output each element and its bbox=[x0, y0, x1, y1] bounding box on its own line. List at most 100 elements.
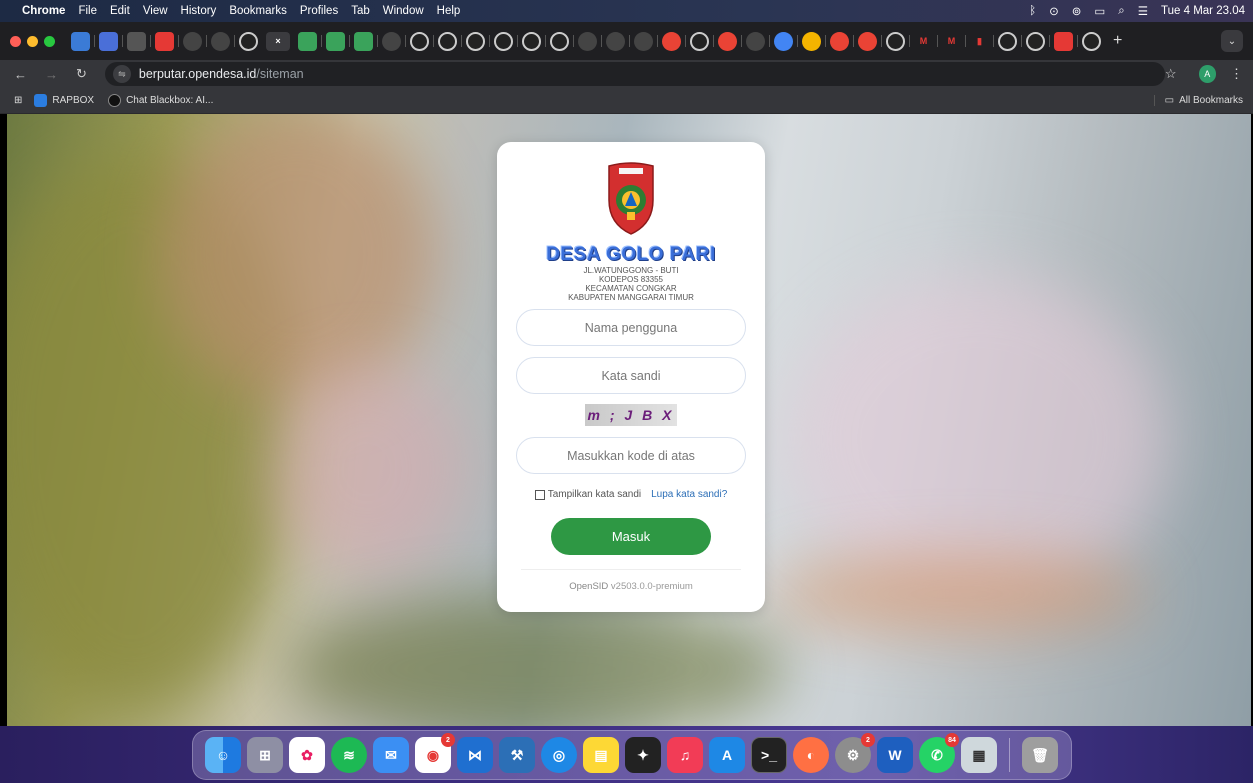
tab-favicon-icon[interactable] bbox=[634, 31, 653, 51]
menu-bookmarks[interactable]: Bookmarks bbox=[229, 5, 287, 17]
github-tab-icon[interactable] bbox=[522, 31, 541, 51]
menu-tab[interactable]: Tab bbox=[351, 5, 370, 17]
tab-favicon-icon[interactable] bbox=[183, 31, 202, 51]
github-tab-icon[interactable] bbox=[550, 31, 569, 51]
password-input[interactable] bbox=[516, 357, 746, 394]
tab-favicon-icon[interactable] bbox=[606, 31, 625, 51]
vscode-icon[interactable]: ⋈ bbox=[457, 737, 493, 773]
launchpad-icon[interactable]: ⊞ bbox=[247, 737, 283, 773]
youtube-tab-icon[interactable] bbox=[155, 31, 174, 51]
bluetooth-icon[interactable]: ᛒ bbox=[1029, 5, 1036, 17]
whatsapp-icon[interactable]: ✆ 84 bbox=[919, 733, 959, 773]
menu-profiles[interactable]: Profiles bbox=[300, 5, 338, 17]
tab-favicon-icon[interactable] bbox=[71, 31, 90, 51]
footer-brand[interactable]: OpenSID bbox=[569, 581, 608, 592]
close-window-icon[interactable] bbox=[10, 35, 21, 47]
photos-icon[interactable]: ✿ bbox=[289, 737, 325, 773]
chrome-menu-icon[interactable]: ⋮ bbox=[1230, 66, 1243, 82]
forward-arrow-icon[interactable]: → bbox=[45, 67, 58, 82]
address-bar[interactable]: ⇋ berputar.opendesa.id/siteman bbox=[104, 62, 1165, 86]
captcha-input[interactable] bbox=[516, 437, 746, 474]
terminal-icon[interactable]: >_ bbox=[751, 737, 787, 773]
github-tab-icon[interactable] bbox=[494, 31, 513, 51]
tab-favicon-icon[interactable] bbox=[382, 31, 401, 51]
site-info-icon[interactable]: ⇋ bbox=[112, 65, 131, 83]
github-tab-icon[interactable] bbox=[438, 31, 457, 51]
github-tab-icon[interactable] bbox=[239, 31, 258, 51]
google-tab-icon[interactable] bbox=[718, 31, 737, 51]
tab-favicon-icon[interactable] bbox=[298, 31, 317, 51]
menu-window[interactable]: Window bbox=[383, 5, 424, 17]
github-tab-icon[interactable] bbox=[410, 31, 429, 51]
tab-search-chevron-icon[interactable]: ⌄ bbox=[1221, 30, 1243, 52]
notes-icon[interactable]: ▤ bbox=[583, 737, 619, 773]
menu-file[interactable]: File bbox=[78, 5, 97, 17]
finder-icon[interactable]: ☺ bbox=[205, 737, 241, 773]
forgot-password-link[interactable]: Lupa kata sandi? bbox=[651, 489, 727, 500]
new-tab-button[interactable]: + bbox=[1113, 32, 1122, 50]
minimize-window-icon[interactable] bbox=[27, 35, 38, 47]
preview-icon[interactable]: ▦ bbox=[961, 737, 997, 773]
tab-favicon-icon[interactable] bbox=[211, 31, 230, 51]
firefox-icon[interactable]: ◐ bbox=[793, 737, 829, 773]
github-tab-icon[interactable] bbox=[998, 31, 1017, 51]
show-password-checkbox[interactable] bbox=[534, 489, 545, 500]
bookmark-rapbox[interactable]: RAPBOX bbox=[34, 94, 94, 107]
apps-grid-icon[interactable]: ⊞ bbox=[14, 95, 22, 106]
active-tab-close-icon[interactable]: × bbox=[266, 31, 290, 51]
music-icon[interactable]: ♫ bbox=[667, 737, 703, 773]
xcode-icon[interactable]: ⚒ bbox=[499, 737, 535, 773]
system-settings-icon[interactable]: ⚙ 2 bbox=[835, 733, 875, 773]
zoom-window-icon[interactable] bbox=[44, 35, 55, 47]
trash-icon[interactable]: 🗑 bbox=[1022, 737, 1058, 773]
chrome-icon[interactable]: ◉ 2 bbox=[415, 733, 455, 773]
mail-icon[interactable]: ✉ bbox=[373, 737, 409, 773]
reload-icon[interactable]: ↻ bbox=[76, 66, 87, 82]
control-center-icon[interactable]: ☰ bbox=[1138, 4, 1148, 18]
tab-favicon-icon[interactable] bbox=[578, 31, 597, 51]
github-tab-icon[interactable] bbox=[1026, 31, 1045, 51]
menu-history[interactable]: History bbox=[181, 5, 217, 17]
menu-view[interactable]: View bbox=[143, 5, 168, 17]
github-tab-icon[interactable] bbox=[690, 31, 709, 51]
link-icon[interactable]: ⊚ bbox=[1072, 4, 1082, 18]
bookmark-star-icon[interactable]: ☆ bbox=[1165, 66, 1177, 82]
google-tab-icon[interactable] bbox=[830, 31, 849, 51]
tab-favicon-icon[interactable] bbox=[354, 31, 373, 51]
clock[interactable]: Tue 4 Mar 23.04 bbox=[1161, 5, 1245, 17]
app-store-icon[interactable]: A bbox=[709, 737, 745, 773]
back-arrow-icon[interactable]: ← bbox=[14, 67, 27, 82]
username-input[interactable] bbox=[516, 309, 746, 346]
tab-favicon-icon[interactable] bbox=[127, 31, 146, 51]
tab-favicon-icon[interactable] bbox=[774, 31, 793, 51]
safari-icon[interactable]: ◎ bbox=[541, 737, 577, 773]
tab-favicon-icon[interactable] bbox=[802, 31, 821, 51]
youtube-tab-icon[interactable] bbox=[1054, 31, 1073, 51]
battery-icon[interactable]: ▭ bbox=[1094, 4, 1105, 18]
word-icon[interactable]: W bbox=[877, 737, 913, 773]
menu-edit[interactable]: Edit bbox=[110, 5, 130, 17]
figma-icon[interactable]: ✦ bbox=[625, 737, 661, 773]
play-icon[interactable]: ⊙ bbox=[1049, 4, 1059, 18]
github-tab-icon[interactable] bbox=[466, 31, 485, 51]
menu-chrome[interactable]: Chrome bbox=[22, 5, 65, 17]
menu-help[interactable]: Help bbox=[437, 5, 461, 17]
github-tab-icon[interactable] bbox=[886, 31, 905, 51]
login-button[interactable]: Masuk bbox=[551, 518, 711, 555]
github-tab-icon[interactable] bbox=[1082, 31, 1101, 51]
bookmark-chat-blackbox[interactable]: Chat Blackbox: AI... bbox=[108, 94, 213, 107]
google-tab-icon[interactable] bbox=[858, 31, 877, 51]
search-icon[interactable]: ⌕ bbox=[1118, 5, 1124, 18]
tab-favicon-icon[interactable] bbox=[99, 31, 118, 51]
gmail-tab-icon[interactable]: M bbox=[942, 32, 961, 51]
all-bookmarks[interactable]: ▭ All Bookmarks bbox=[1153, 95, 1243, 106]
show-password-label[interactable]: Tampilkan kata sandi bbox=[548, 489, 641, 500]
tab-favicon-icon[interactable] bbox=[746, 31, 765, 51]
tab-favicon-icon[interactable]: ▮ bbox=[970, 32, 989, 51]
tab-favicon-icon[interactable] bbox=[326, 31, 345, 51]
gmail-tab-icon[interactable]: M bbox=[914, 32, 933, 51]
profile-avatar[interactable]: A bbox=[1198, 65, 1216, 83]
captcha-image[interactable]: m ; J B X bbox=[585, 404, 677, 426]
google-tab-icon[interactable] bbox=[662, 31, 681, 51]
spotify-icon[interactable]: ≋ bbox=[331, 737, 367, 773]
